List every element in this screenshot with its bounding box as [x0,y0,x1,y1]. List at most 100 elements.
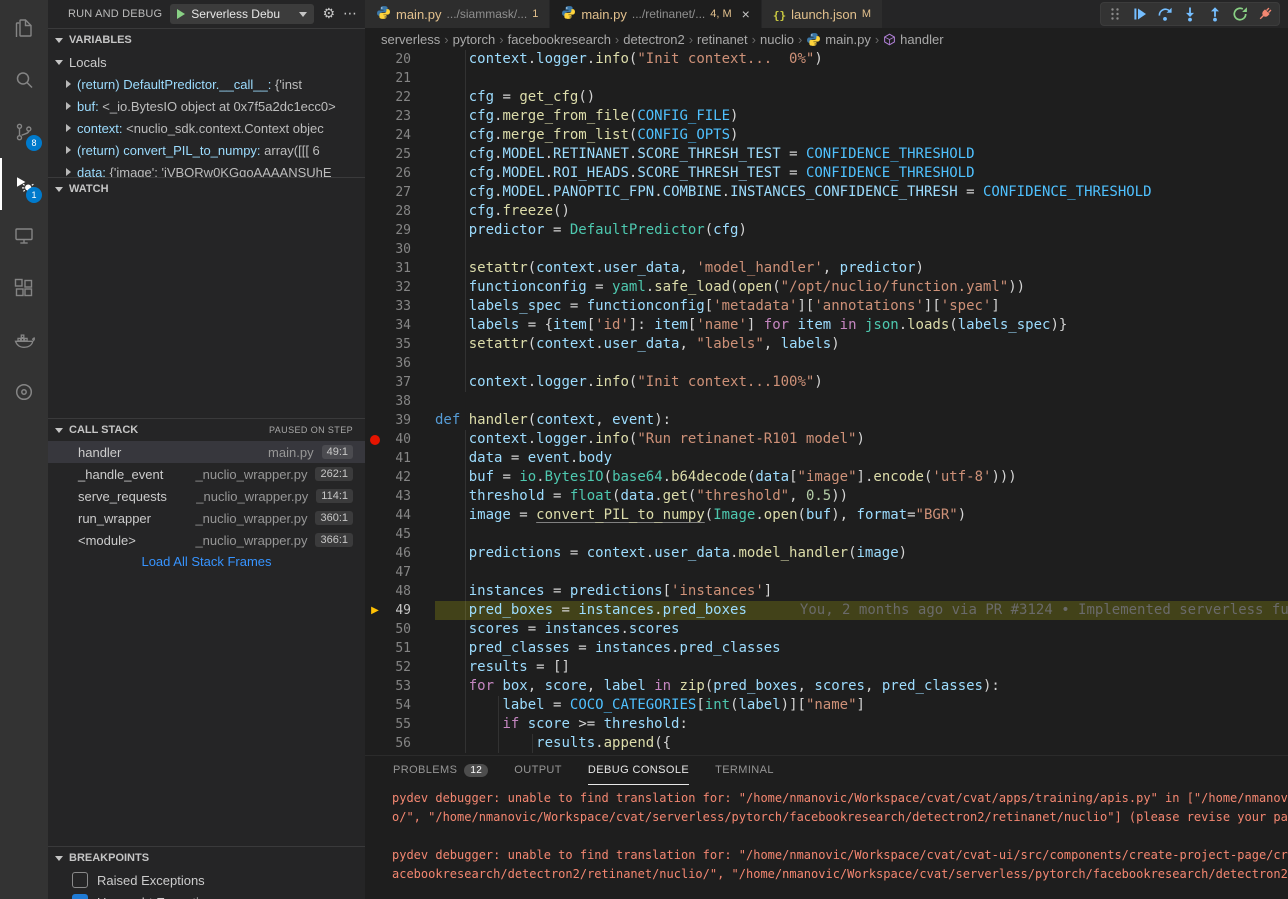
code-text[interactable]: pred_classes = instances.pred_classes [411,639,781,658]
line-number[interactable]: 49 [385,601,411,620]
code-text[interactable]: data = event.body [411,449,612,468]
code-text[interactable]: predictor = DefaultPredictor(cfg) [411,221,747,240]
glyph-margin[interactable] [365,525,385,544]
glyph-margin[interactable] [365,411,385,430]
more-actions-icon[interactable]: ⋯ [343,7,357,21]
glyph-margin[interactable] [365,50,385,69]
code-text[interactable] [411,392,435,411]
breadcrumb-item[interactable]: detectron2 [623,32,684,47]
line-number[interactable]: 31 [385,259,411,278]
editor-tab[interactable]: {}launch.jsonM [762,0,883,28]
start-debugging-icon[interactable] [177,9,185,19]
breakpoints-section-header[interactable]: BREAKPOINTS [48,847,365,869]
line-number[interactable]: 46 [385,544,411,563]
panel-tab-terminal[interactable]: TERMINAL [715,756,774,785]
line-number[interactable]: 50 [385,620,411,639]
stack-frame[interactable]: handlermain.py49:1 [48,441,365,463]
variables-section-header[interactable]: VARIABLES [48,29,365,51]
glyph-margin[interactable] [365,582,385,601]
line-number[interactable]: 24 [385,126,411,145]
code-text[interactable] [411,354,435,373]
glyph-margin[interactable] [365,449,385,468]
line-number[interactable]: 29 [385,221,411,240]
line-number[interactable]: 44 [385,506,411,525]
code-text[interactable] [411,69,435,88]
glyph-margin[interactable] [365,278,385,297]
code-text[interactable]: context.logger.info("Init context... 0%"… [411,50,823,69]
panel-tab-debug-console[interactable]: DEBUG CONSOLE [588,756,689,785]
line-number[interactable]: 39 [385,411,411,430]
line-number[interactable]: 45 [385,525,411,544]
activity-item-extensions[interactable] [0,262,48,314]
activity-item-run-and-debug[interactable]: 1 [0,158,48,210]
line-number[interactable]: 36 [385,354,411,373]
code-text[interactable]: def handler(context, event): [411,411,671,430]
code-text[interactable]: threshold = float(data.get("threshold", … [411,487,848,506]
glyph-margin[interactable] [365,620,385,639]
line-number[interactable]: 34 [385,316,411,335]
line-number[interactable]: 33 [385,297,411,316]
close-icon[interactable]: × [742,7,750,21]
disconnect-icon[interactable] [1254,3,1276,25]
line-number[interactable]: 53 [385,677,411,696]
code-text[interactable]: functionconfig = yaml.safe_load(open("/o… [411,278,1025,297]
code-text[interactable]: buf = io.BytesIO(base64.b64decode(data["… [411,468,1017,487]
stack-frame[interactable]: <module>_nuclio_wrapper.py366:1 [48,529,365,551]
glyph-margin[interactable] [365,563,385,582]
line-number[interactable]: 26 [385,164,411,183]
line-number[interactable]: 30 [385,240,411,259]
variable-row[interactable]: (return) convert_PIL_to_numpy: array([[[… [48,139,365,161]
variables-scope-locals[interactable]: Locals [48,51,365,73]
code-text[interactable]: context.logger.info("Run retinanet-R101 … [411,430,865,449]
glyph-margin[interactable] [365,335,385,354]
glyph-margin[interactable] [365,126,385,145]
line-number[interactable]: 27 [385,183,411,202]
activity-item-status-circle[interactable] [0,366,48,418]
code-text[interactable]: labels = {item['id']: item['name'] for i… [411,316,1067,335]
line-number[interactable]: 41 [385,449,411,468]
code-text[interactable]: cfg.freeze() [411,202,570,221]
load-all-stack-frames-link[interactable]: Load All Stack Frames [48,551,365,573]
gripper-icon[interactable] [1104,3,1126,25]
activity-item-remote-explorer[interactable] [0,210,48,262]
glyph-margin[interactable] [365,468,385,487]
step-out-icon[interactable] [1204,3,1226,25]
code-text[interactable]: cfg.MODEL.RETINANET.SCORE_THRESH_TEST = … [411,145,975,164]
editor-tab[interactable]: main.py.../siammask/...1 [365,0,550,28]
breakpoint-icon[interactable] [365,430,385,449]
code-text[interactable]: instances = predictions['instances'] [411,582,772,601]
breadcrumb-item[interactable]: serverless [381,32,440,47]
code-text[interactable]: cfg.merge_from_list(CONFIG_OPTS) [411,126,738,145]
checkbox-checked[interactable]: ✓ [72,894,88,899]
glyph-margin[interactable] [365,639,385,658]
glyph-margin[interactable] [365,164,385,183]
glyph-margin[interactable] [365,316,385,335]
editor-tab[interactable]: main.py.../retinanet/...4, M× [550,0,762,28]
line-number[interactable]: 43 [385,487,411,506]
glyph-margin[interactable] [365,715,385,734]
activity-item-search[interactable] [0,54,48,106]
activity-item-explorer[interactable] [0,2,48,54]
line-number[interactable]: 32 [385,278,411,297]
glyph-margin[interactable] [365,658,385,677]
line-number[interactable]: 23 [385,107,411,126]
line-number[interactable]: 21 [385,69,411,88]
glyph-margin[interactable] [365,202,385,221]
step-over-icon[interactable] [1154,3,1176,25]
glyph-margin[interactable] [365,145,385,164]
line-number[interactable]: 56 [385,734,411,753]
code-text[interactable]: context.logger.info("Init context...100%… [411,373,823,392]
code-text[interactable]: if score >= threshold: [411,715,688,734]
glyph-margin[interactable] [365,297,385,316]
code-text[interactable]: predictions = context.user_data.model_ha… [411,544,907,563]
code-text[interactable]: for box, score, label in zip(pred_boxes,… [411,677,1000,696]
glyph-margin[interactable] [365,183,385,202]
code-text[interactable]: cfg.MODEL.PANOPTIC_FPN.COMBINE.INSTANCES… [411,183,1152,202]
glyph-margin[interactable] [365,259,385,278]
glyph-margin[interactable] [365,373,385,392]
code-text[interactable] [411,240,435,259]
line-number[interactable]: 52 [385,658,411,677]
code-text[interactable]: scores = instances.scores [411,620,679,639]
code-text[interactable] [411,525,435,544]
glyph-margin[interactable] [365,69,385,88]
